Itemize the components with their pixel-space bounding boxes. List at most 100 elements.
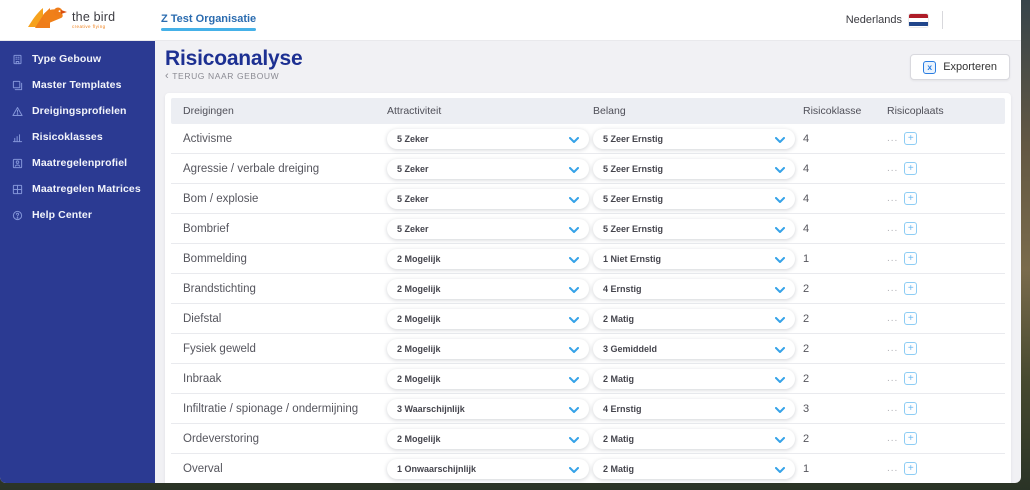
chevron-down-icon xyxy=(569,220,579,238)
risicoklasse-value: 4 xyxy=(803,162,810,175)
belang-select[interactable]: 2 Matig xyxy=(593,428,795,449)
dreiging-label: Agressie / verbale dreiging xyxy=(183,162,320,175)
sidebar-item-dreigingsprofielen[interactable]: Dreigingsprofielen xyxy=(0,98,155,124)
belang-select[interactable]: 4 Ernstig xyxy=(593,398,795,419)
attractiviteit-select[interactable]: 1 Onwaarschijnlijk xyxy=(387,458,589,479)
risicoplaats-ellipsis: ... xyxy=(887,252,899,264)
add-risicoplaats-button[interactable]: + xyxy=(904,282,918,295)
chevron-down-icon xyxy=(775,280,785,298)
attractiviteit-select[interactable]: 3 Waarschijnlijk xyxy=(387,398,589,419)
chevron-down-icon xyxy=(569,430,579,448)
attractiviteit-select[interactable]: 2 Mogelijk xyxy=(387,278,589,299)
chevron-down-icon xyxy=(569,340,579,358)
add-risicoplaats-button[interactable]: + xyxy=(904,432,918,445)
risicoklasse-value: 2 xyxy=(803,282,810,295)
belang-select[interactable]: 2 Matig xyxy=(593,458,795,479)
belang-select[interactable]: 2 Matig xyxy=(593,308,795,329)
chevron-down-icon xyxy=(775,430,785,448)
attractiviteit-select[interactable]: 5 Zeker xyxy=(387,158,589,179)
risicoklasse-value: 4 xyxy=(803,132,810,145)
risicoplaats-ellipsis: ... xyxy=(887,192,899,204)
main-content: Risicoanalyse ‹ TERUG NAAR GEBOUW x Expo… xyxy=(155,41,1021,483)
sidebar-item-type-gebouw[interactable]: Type Gebouw xyxy=(0,46,155,72)
add-risicoplaats-button[interactable]: + xyxy=(904,402,918,415)
app-window: the bird creative flying Z Test Organisa… xyxy=(0,0,1021,483)
org-tab[interactable]: Z Test Organisatie xyxy=(161,13,257,31)
dreiging-label: Inbraak xyxy=(183,372,222,385)
table-body: Activisme 5 Zeker 5 Zeer Ernstig 4 ... + xyxy=(171,124,1005,483)
sidebar-item-maatregelenprofiel[interactable]: Maatregelenprofiel xyxy=(0,150,155,176)
chevron-down-icon xyxy=(775,160,785,178)
chevron-down-icon xyxy=(569,370,579,388)
risicoklasse-value: 2 xyxy=(803,312,810,325)
belang-select[interactable]: 5 Zeer Ernstig xyxy=(593,158,795,179)
sidebar-item-risicoklasses[interactable]: Risicoklasses xyxy=(0,124,155,150)
attractiviteit-select[interactable]: 5 Zeker xyxy=(387,218,589,239)
belang-select[interactable]: 3 Gemiddeld xyxy=(593,338,795,359)
sidebar-item-maatregelen-matrices[interactable]: Maatregelen Matrices xyxy=(0,176,155,202)
table-row: Ordeverstoring 2 Mogelijk 2 Matig 2 ... … xyxy=(171,424,1005,454)
attractiviteit-select[interactable]: 2 Mogelijk xyxy=(387,428,589,449)
risicoplaats-ellipsis: ... xyxy=(887,342,899,354)
back-link[interactable]: ‹ TERUG NAAR GEBOUW xyxy=(165,70,302,82)
risicoplaats-ellipsis: ... xyxy=(887,462,899,474)
risicoklasse-value: 3 xyxy=(803,402,810,415)
risicoklasse-value: 2 xyxy=(803,432,810,445)
sidebar-item-help-center[interactable]: Help Center xyxy=(0,202,155,228)
table-row: Agressie / verbale dreiging 5 Zeker 5 Ze… xyxy=(171,154,1005,184)
add-risicoplaats-button[interactable]: + xyxy=(904,252,918,265)
language-label: Nederlands xyxy=(845,14,902,26)
attractiviteit-select[interactable]: 5 Zeker xyxy=(387,188,589,209)
table-row: Bom / explosie 5 Zeker 5 Zeer Ernstig 4 … xyxy=(171,184,1005,214)
table-header-row: Dreigingen Attractiviteit Belang Risicok… xyxy=(171,98,1005,124)
topbar-divider xyxy=(942,11,943,29)
language-selector[interactable]: Nederlands xyxy=(845,13,928,27)
topbar-right: Nederlands xyxy=(846,0,943,40)
dreiging-label: Fysiek geweld xyxy=(183,342,256,355)
dreiging-label: Bom / explosie xyxy=(183,192,259,205)
attractiviteit-select[interactable]: 5 Zeker xyxy=(387,128,589,149)
risicoplaats-ellipsis: ... xyxy=(887,402,899,414)
belang-select[interactable]: 1 Niet Ernstig xyxy=(593,248,795,269)
chevron-down-icon xyxy=(569,130,579,148)
export-button[interactable]: x Exporteren xyxy=(910,54,1010,80)
belang-select[interactable]: 4 Ernstig xyxy=(593,278,795,299)
attractiviteit-select[interactable]: 2 Mogelijk xyxy=(387,308,589,329)
attractiviteit-select[interactable]: 2 Mogelijk xyxy=(387,248,589,269)
chevron-down-icon xyxy=(775,370,785,388)
belang-select[interactable]: 5 Zeer Ernstig xyxy=(593,188,795,209)
chevron-down-icon xyxy=(569,460,579,478)
sidebar: Type Gebouw Master Templates Dreigingspr… xyxy=(0,41,155,483)
back-chevron-icon: ‹ xyxy=(165,70,170,82)
chevron-down-icon xyxy=(775,250,785,268)
attractiviteit-select[interactable]: 2 Mogelijk xyxy=(387,368,589,389)
attractiviteit-select[interactable]: 2 Mogelijk xyxy=(387,338,589,359)
excel-icon: x xyxy=(923,60,937,74)
add-risicoplaats-button[interactable]: + xyxy=(904,192,918,205)
belang-select[interactable]: 2 Matig xyxy=(593,368,795,389)
add-risicoplaats-button[interactable]: + xyxy=(904,372,918,385)
column-header-risicoplaats: Risicoplaats xyxy=(887,105,944,117)
chevron-down-icon xyxy=(569,190,579,208)
dreiging-label: Infiltratie / spionage / ondermijning xyxy=(183,402,359,415)
add-risicoplaats-button[interactable]: + xyxy=(904,132,918,145)
profile-icon xyxy=(12,158,23,169)
add-risicoplaats-button[interactable]: + xyxy=(904,462,918,475)
back-link-label: TERUG NAAR GEBOUW xyxy=(172,71,280,81)
table-row: Diefstal 2 Mogelijk 2 Matig 2 ... + xyxy=(171,304,1005,334)
chevron-down-icon xyxy=(569,310,579,328)
table-row: Inbraak 2 Mogelijk 2 Matig 2 ... + xyxy=(171,364,1005,394)
dreiging-label: Brandstichting xyxy=(183,282,256,295)
chevron-down-icon xyxy=(775,310,785,328)
add-risicoplaats-button[interactable]: + xyxy=(904,162,918,175)
add-risicoplaats-button[interactable]: + xyxy=(904,312,918,325)
risicoplaats-ellipsis: ... xyxy=(887,282,899,294)
add-risicoplaats-button[interactable]: + xyxy=(904,342,918,355)
risicoklasse-value: 1 xyxy=(803,462,810,475)
add-risicoplaats-button[interactable]: + xyxy=(904,222,918,235)
table-row: Fysiek geweld 2 Mogelijk 3 Gemiddeld 2 .… xyxy=(171,334,1005,364)
chevron-down-icon xyxy=(775,460,785,478)
sidebar-item-master-templates[interactable]: Master Templates xyxy=(0,72,155,98)
belang-select[interactable]: 5 Zeer Ernstig xyxy=(593,218,795,239)
belang-select[interactable]: 5 Zeer Ernstig xyxy=(593,128,795,149)
